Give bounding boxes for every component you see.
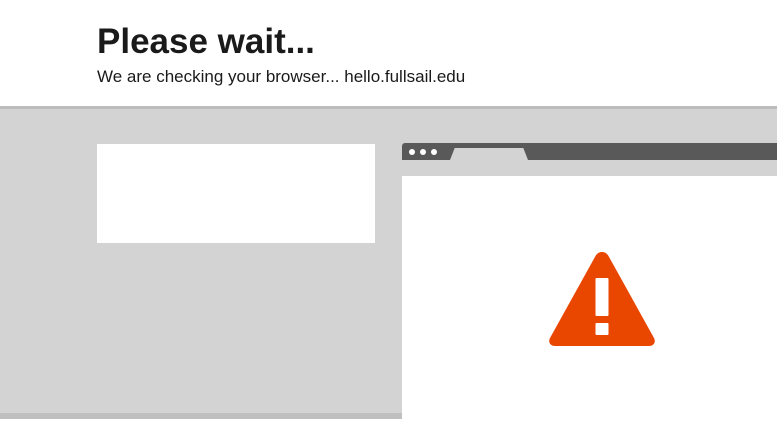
warning-triangle-icon <box>549 252 655 346</box>
browser-content <box>402 176 777 423</box>
browser-address-strip <box>402 160 777 176</box>
window-dot-icon <box>431 149 437 155</box>
browser-illustration <box>402 143 777 423</box>
header: Please wait... We are checking your brow… <box>97 22 465 88</box>
browser-tab <box>450 148 528 160</box>
browser-title-bar <box>402 143 777 160</box>
window-dot-icon <box>409 149 415 155</box>
placeholder-box <box>97 144 375 243</box>
challenge-page: Please wait... We are checking your brow… <box>0 0 777 423</box>
illustration-band-shadow <box>0 413 402 419</box>
page-subtitle: We are checking your browser... hello.fu… <box>97 67 466 86</box>
page-title: Please wait... <box>97 22 315 61</box>
window-dot-icon <box>420 149 426 155</box>
